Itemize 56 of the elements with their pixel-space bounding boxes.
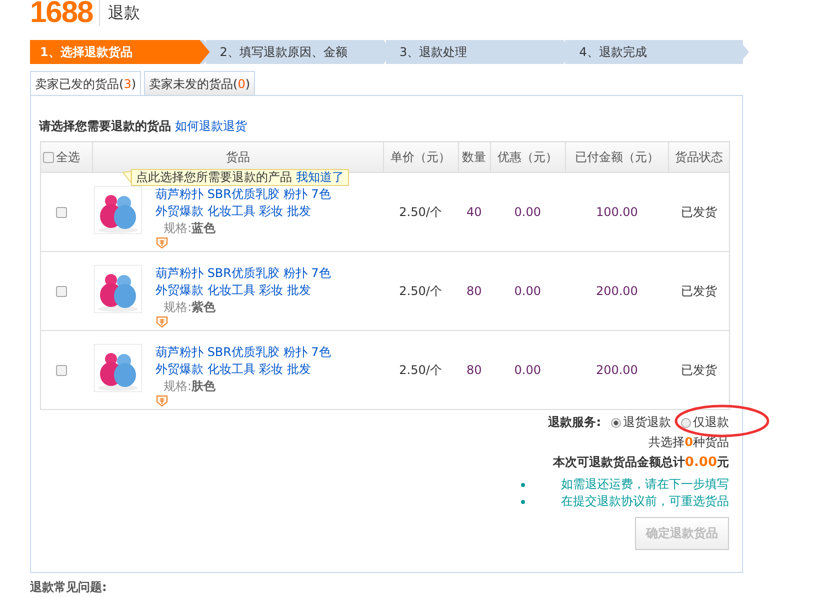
row-checkbox[interactable]	[56, 207, 67, 218]
product-link[interactable]: 葫芦粉扑 SBR优质乳胶 粉扑 7色外贸爆款 化妆工具 彩妆 批发	[156, 186, 336, 220]
select-all-checkbox[interactable]	[43, 152, 54, 162]
column-header: 优惠（元）	[490, 142, 566, 172]
note-text: 在提交退款协议前，可重选货品	[521, 493, 729, 510]
spec-value: 肤色	[192, 378, 216, 392]
shield-icon	[156, 236, 168, 248]
table-cell: 已发货	[668, 172, 730, 252]
row-checkbox[interactable]	[56, 286, 67, 298]
radio-icon[interactable]	[681, 418, 691, 428]
table-cell: 2.50/个	[383, 252, 458, 330]
table-cell: 100.00	[565, 172, 669, 252]
table-cell: 80	[458, 252, 490, 330]
note-text: 如需退还运费，请在下一步填写	[521, 476, 729, 493]
faq-title: 退款常见问题:	[30, 579, 108, 596]
spec-value: 紫色	[192, 300, 216, 314]
table-cell: 0.00	[490, 330, 566, 410]
radio-icon[interactable]	[611, 418, 621, 428]
table-cell: 200.00	[565, 252, 669, 330]
dismiss-link[interactable]: 我知道了	[296, 170, 344, 185]
tooltip-text: 点此选择您所需要退款的产品	[136, 170, 292, 185]
step-indicator: 1、选择退款货品	[30, 40, 210, 64]
product-link[interactable]: 葫芦粉扑 SBR优质乳胶 粉扑 7色外贸爆款 化妆工具 彩妆 批发	[156, 264, 336, 298]
select-all-label: 全选	[56, 148, 80, 166]
spec-label: 规格:	[164, 220, 192, 234]
table-cell: 2.50/个	[383, 172, 458, 252]
page-title: 退款	[108, 3, 140, 23]
row-checkbox[interactable]	[56, 365, 67, 376]
table-cell: 0.00	[490, 252, 566, 330]
shield-icon	[156, 316, 168, 328]
logo: 1688	[30, 0, 100, 26]
table-cell: 40	[458, 172, 490, 252]
service-label: 退款服务:	[548, 414, 601, 431]
table-cell: 已发货	[668, 330, 730, 410]
column-header: 货品	[92, 142, 384, 172]
spec-label: 规格:	[164, 300, 192, 314]
table-cell: 2.50/个	[383, 330, 458, 410]
table-cell: 200.00	[565, 330, 669, 410]
step-indicator: 4、退款完成	[563, 40, 749, 64]
help-link[interactable]: 如何退款退货	[175, 118, 247, 135]
column-header: 货品状态	[668, 142, 730, 172]
tab[interactable]: 卖家已发的货品(3)	[30, 71, 142, 95]
table-cell: 80	[458, 330, 490, 410]
shield-icon	[156, 394, 168, 406]
table-cell: 0.00	[490, 172, 566, 252]
refund-total: 本次可退款货品金额总计0.00元	[552, 454, 729, 471]
product-link[interactable]: 葫芦粉扑 SBR优质乳胶 粉扑 7色外贸爆款 化妆工具 彩妆 批发	[156, 344, 336, 378]
radio-option[interactable]: 退货退款	[611, 414, 671, 431]
spec-value: 蓝色	[192, 220, 216, 234]
section-title: 请选择您需要退款的货品	[39, 118, 171, 135]
table-cell: 已发货	[668, 252, 730, 330]
tab[interactable]: 卖家未发的货品(0)	[144, 71, 256, 95]
spec-label: 规格:	[164, 378, 192, 392]
column-header: 单价（元）	[383, 142, 458, 172]
column-header: 数量	[458, 142, 490, 172]
column-header: 已付金额（元）	[565, 142, 669, 172]
